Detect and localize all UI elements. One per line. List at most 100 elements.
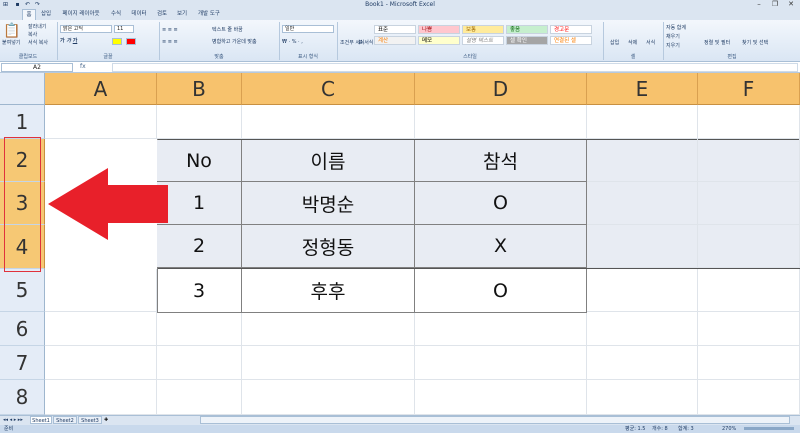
clear-button[interactable]: 지우기 [666,43,680,49]
cell-f6[interactable] [698,312,800,346]
row-header-1[interactable]: 1 [0,105,45,139]
cell-c8[interactable] [242,380,415,415]
cell-f1[interactable] [698,105,800,139]
column-header-f[interactable]: F [698,73,800,105]
cell-e4[interactable] [587,225,698,268]
delete-cells-button[interactable]: 삭제 [628,40,637,46]
bold-button[interactable]: 가 가 가 [60,38,77,44]
cell-f7[interactable] [698,346,800,380]
cell-a7[interactable] [45,346,157,380]
column-header-e[interactable]: E [587,73,698,105]
cut-button[interactable]: 잘라내기 [28,24,46,30]
format-painter-button[interactable]: 서식 복사 [28,40,48,46]
row-header-6[interactable]: 6 [0,312,45,346]
font-name-select[interactable]: 맑은 고딕 [60,25,112,33]
row-header-7[interactable]: 7 [0,346,45,380]
cell-f2[interactable] [698,139,800,182]
align-icons-2[interactable]: ≡ ≡ ≡ [162,39,178,45]
tab-review[interactable]: 검토 [154,9,170,20]
fx-icon[interactable]: fx [80,63,110,72]
column-header-d[interactable]: D [415,73,587,105]
tab-page-layout[interactable]: 페이지 레이아웃 [57,9,105,20]
cell-e8[interactable] [587,380,698,415]
cell-d1[interactable] [415,105,587,139]
tab-developer[interactable]: 개발 도구 [194,9,224,20]
name-box[interactable]: A2 [1,63,73,72]
table-header-name[interactable]: 이름 [242,140,415,182]
cell-a5[interactable] [45,269,157,312]
style-good[interactable]: 좋음 [506,25,548,34]
cell-e7[interactable] [587,346,698,380]
table-header-attendance[interactable]: 참석 [415,140,587,182]
cell-b8[interactable] [157,380,242,415]
cell-b1[interactable] [157,105,242,139]
cell-f5[interactable] [698,269,800,312]
paste-button[interactable]: 붙여넣기 [2,40,20,46]
sort-filter-button[interactable]: 정렬 및 필터 [704,40,730,46]
cell-f3[interactable] [698,182,800,225]
sheet-tab-1[interactable]: Sheet1 [30,416,52,424]
column-header-a[interactable]: A [45,73,157,105]
font-color-button[interactable] [126,38,136,45]
zoom-slider[interactable] [744,427,794,430]
style-calculation[interactable]: 계산 [374,36,416,45]
tab-insert[interactable]: 삽입 [38,9,54,20]
minimize-button[interactable]: – [752,0,766,9]
style-normal[interactable]: 표준 [374,25,416,34]
sheet-tab-2[interactable]: Sheet2 [53,416,77,424]
style-check-cell[interactable]: 셀 확인 [506,36,548,45]
number-format-select[interactable]: 일반 [282,25,334,33]
formula-input[interactable] [112,63,798,72]
cell-e3[interactable] [587,182,698,225]
row-header-8[interactable]: 8 [0,380,45,415]
font-size-select[interactable]: 11 [114,25,134,33]
cell-d7[interactable] [415,346,587,380]
merge-center-button[interactable]: 병합하고 가운데 맞춤 [212,39,257,45]
cell-e5[interactable] [587,269,698,312]
fill-color-button[interactable] [112,38,122,45]
number-format-icons[interactable]: ₩ · % · , [282,39,303,45]
insert-sheet-icon[interactable]: ✚ [104,416,114,424]
cell-a6[interactable] [45,312,157,346]
cell-c6[interactable] [242,313,415,346]
table-cell-name[interactable]: 정형동 [242,225,415,268]
align-icons[interactable]: ≡ ≡ ≡ [162,27,178,33]
tab-home[interactable]: 홈 [22,9,36,20]
column-header-b[interactable]: B [157,73,242,105]
style-explanatory[interactable]: 설명 텍스트 [462,36,504,45]
format-as-table-button[interactable]: 표 서식 [358,40,373,46]
style-linked-cell[interactable]: 연결된 셀 [550,36,592,45]
horizontal-scrollbar[interactable] [200,416,790,424]
style-bad[interactable]: 나쁨 [418,25,460,34]
cell-e6[interactable] [587,312,698,346]
select-all-corner[interactable] [0,73,45,105]
autosum-button[interactable]: 자동 합계 [666,25,686,31]
paste-icon[interactable]: 📋 [3,24,20,38]
cell-a8[interactable] [45,380,157,415]
tab-view[interactable]: 보기 [174,9,190,20]
table-cell-name[interactable]: 후후 [242,269,415,313]
insert-cells-button[interactable]: 삽입 [610,40,619,46]
office-button[interactable]: ⊞ [2,1,9,8]
cell-b7[interactable] [157,346,242,380]
table-cell-no[interactable]: 3 [157,269,242,313]
table-cell-attendance[interactable]: X [415,225,587,268]
close-button[interactable]: ✕ [784,0,798,9]
cell-e1[interactable] [587,105,698,139]
redo-icon[interactable]: ↷ [34,1,41,8]
undo-icon[interactable]: ↶ [24,1,31,8]
cell-e2[interactable] [587,139,698,182]
table-cell-attendance[interactable]: O [415,182,587,225]
copy-button[interactable]: 복사 [28,32,37,38]
sheet-tab-3[interactable]: Sheet3 [78,416,102,424]
cell-a1[interactable] [45,105,157,139]
row-header-5[interactable]: 5 [0,269,45,312]
cell-d6[interactable] [415,313,587,346]
table-cell-attendance[interactable]: O [415,269,587,313]
zoom-level[interactable]: 270% [722,425,736,433]
tab-formulas[interactable]: 수식 [108,9,124,20]
tab-data[interactable]: 데이터 [128,9,150,20]
style-neutral[interactable]: 보통 [462,25,504,34]
column-header-c[interactable]: C [242,73,415,105]
format-cells-button[interactable]: 서식 [646,40,655,46]
